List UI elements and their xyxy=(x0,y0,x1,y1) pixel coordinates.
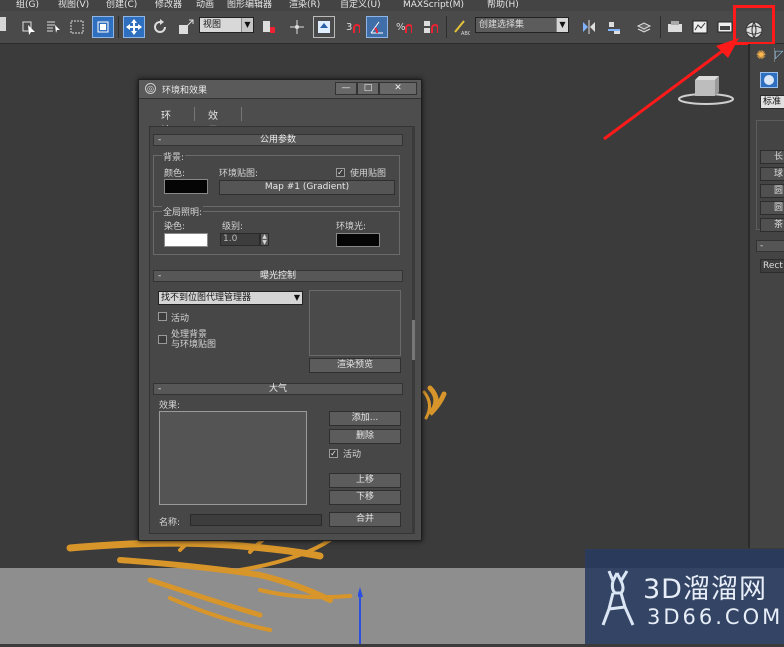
ambient-color-swatch[interactable] xyxy=(336,233,380,247)
chevron-down-icon: ▼ xyxy=(293,293,300,302)
process-background-checkbox[interactable] xyxy=(158,335,167,344)
delete-effect-button[interactable]: 删除 xyxy=(329,429,401,444)
dialog-titlebar[interactable]: ◎ 环境和效果 — □ ✕ xyxy=(139,80,421,99)
rollout-title: 公用参数 xyxy=(259,135,296,145)
level-spinner-arrows-icon[interactable]: ▲ ▼ xyxy=(260,233,269,246)
environment-map-label: 环境贴图: xyxy=(219,169,259,179)
app-icon: ◎ xyxy=(145,83,156,94)
exposure-active-checkbox[interactable] xyxy=(158,312,167,321)
level-label: 级别: xyxy=(222,222,244,232)
effect-name-field[interactable] xyxy=(190,514,322,526)
collapse-icon: - xyxy=(158,135,162,145)
collapse-icon: - xyxy=(158,271,162,281)
minimize-button[interactable]: — xyxy=(335,82,357,95)
name-label: 名称: xyxy=(159,518,181,528)
ambient-label: 环境光: xyxy=(336,222,367,232)
maximize-button[interactable]: □ xyxy=(357,82,379,95)
background-label: 背景: xyxy=(162,150,186,163)
rollout-exposure-control[interactable]: - 曝光控制 xyxy=(153,270,403,282)
add-effect-button[interactable]: 添加... xyxy=(329,411,401,426)
effect-active-checkbox[interactable]: ✓ xyxy=(329,449,338,458)
watermark-domain: 3D66.COM xyxy=(647,605,784,629)
global-lighting-label: 全局照明: xyxy=(162,205,204,218)
use-map-label: 使用贴图 xyxy=(350,169,387,179)
effects-label: 效果: xyxy=(159,401,181,411)
deer-logo-icon xyxy=(601,570,635,626)
tab-divider xyxy=(194,107,195,121)
watermark: 3D溜溜网 3D66.COM xyxy=(585,549,784,644)
rollout-title: 曝光控制 xyxy=(259,271,296,281)
rollout-common-parameters[interactable]: - 公用参数 xyxy=(153,134,403,146)
tab-divider xyxy=(241,107,242,121)
move-down-button[interactable]: 下移 xyxy=(329,490,401,505)
exposure-preview-window xyxy=(309,290,401,356)
move-up-button[interactable]: 上移 xyxy=(329,473,401,488)
background-color-swatch[interactable] xyxy=(164,179,208,194)
z-axis-gizmo xyxy=(357,585,363,644)
dialog-body: - 公用参数 背景: 颜色: 环境贴图: ✓ 使用贴图 Map #1 (Grad… xyxy=(149,126,413,534)
level-spinner-field[interactable]: 1.0 xyxy=(220,233,260,246)
tint-color-swatch[interactable] xyxy=(164,233,208,247)
collapse-icon: - xyxy=(158,384,162,394)
scrollbar-thumb[interactable] xyxy=(412,320,415,360)
render-preview-button[interactable]: 渲染预览 xyxy=(309,358,401,373)
close-button[interactable]: ✕ xyxy=(379,82,417,95)
exposure-type-value: 找不到位图代理管理器 xyxy=(161,293,252,303)
dialog-title: 环境和效果 xyxy=(162,86,208,96)
environment-map-button[interactable]: Map #1 (Gradient) xyxy=(219,180,395,195)
rollout-title: 大气 xyxy=(268,384,287,394)
environment-effects-dialog: ◎ 环境和效果 — □ ✕ 环境 效果 - 公用参数 背景: 颜色: 环境贴图:… xyxy=(138,79,422,541)
environment-map-label-2: 与环境贴图 xyxy=(171,340,217,350)
watermark-brand: 3D溜溜网 xyxy=(643,574,767,605)
exposure-type-dropdown[interactable]: 找不到位图代理管理器 ▼ xyxy=(158,291,303,305)
rollout-atmosphere[interactable]: - 大气 xyxy=(153,383,403,395)
effect-active-label: 活动 xyxy=(343,450,362,460)
merge-button[interactable]: 合并 xyxy=(329,512,401,527)
exposure-active-label: 活动 xyxy=(171,314,190,324)
tint-label: 染色: xyxy=(164,222,186,232)
atmosphere-effects-list[interactable] xyxy=(159,411,307,505)
use-map-checkbox[interactable]: ✓ xyxy=(336,168,345,177)
dialog-scrollbar[interactable] xyxy=(412,126,415,534)
color-label: 颜色: xyxy=(164,169,186,179)
